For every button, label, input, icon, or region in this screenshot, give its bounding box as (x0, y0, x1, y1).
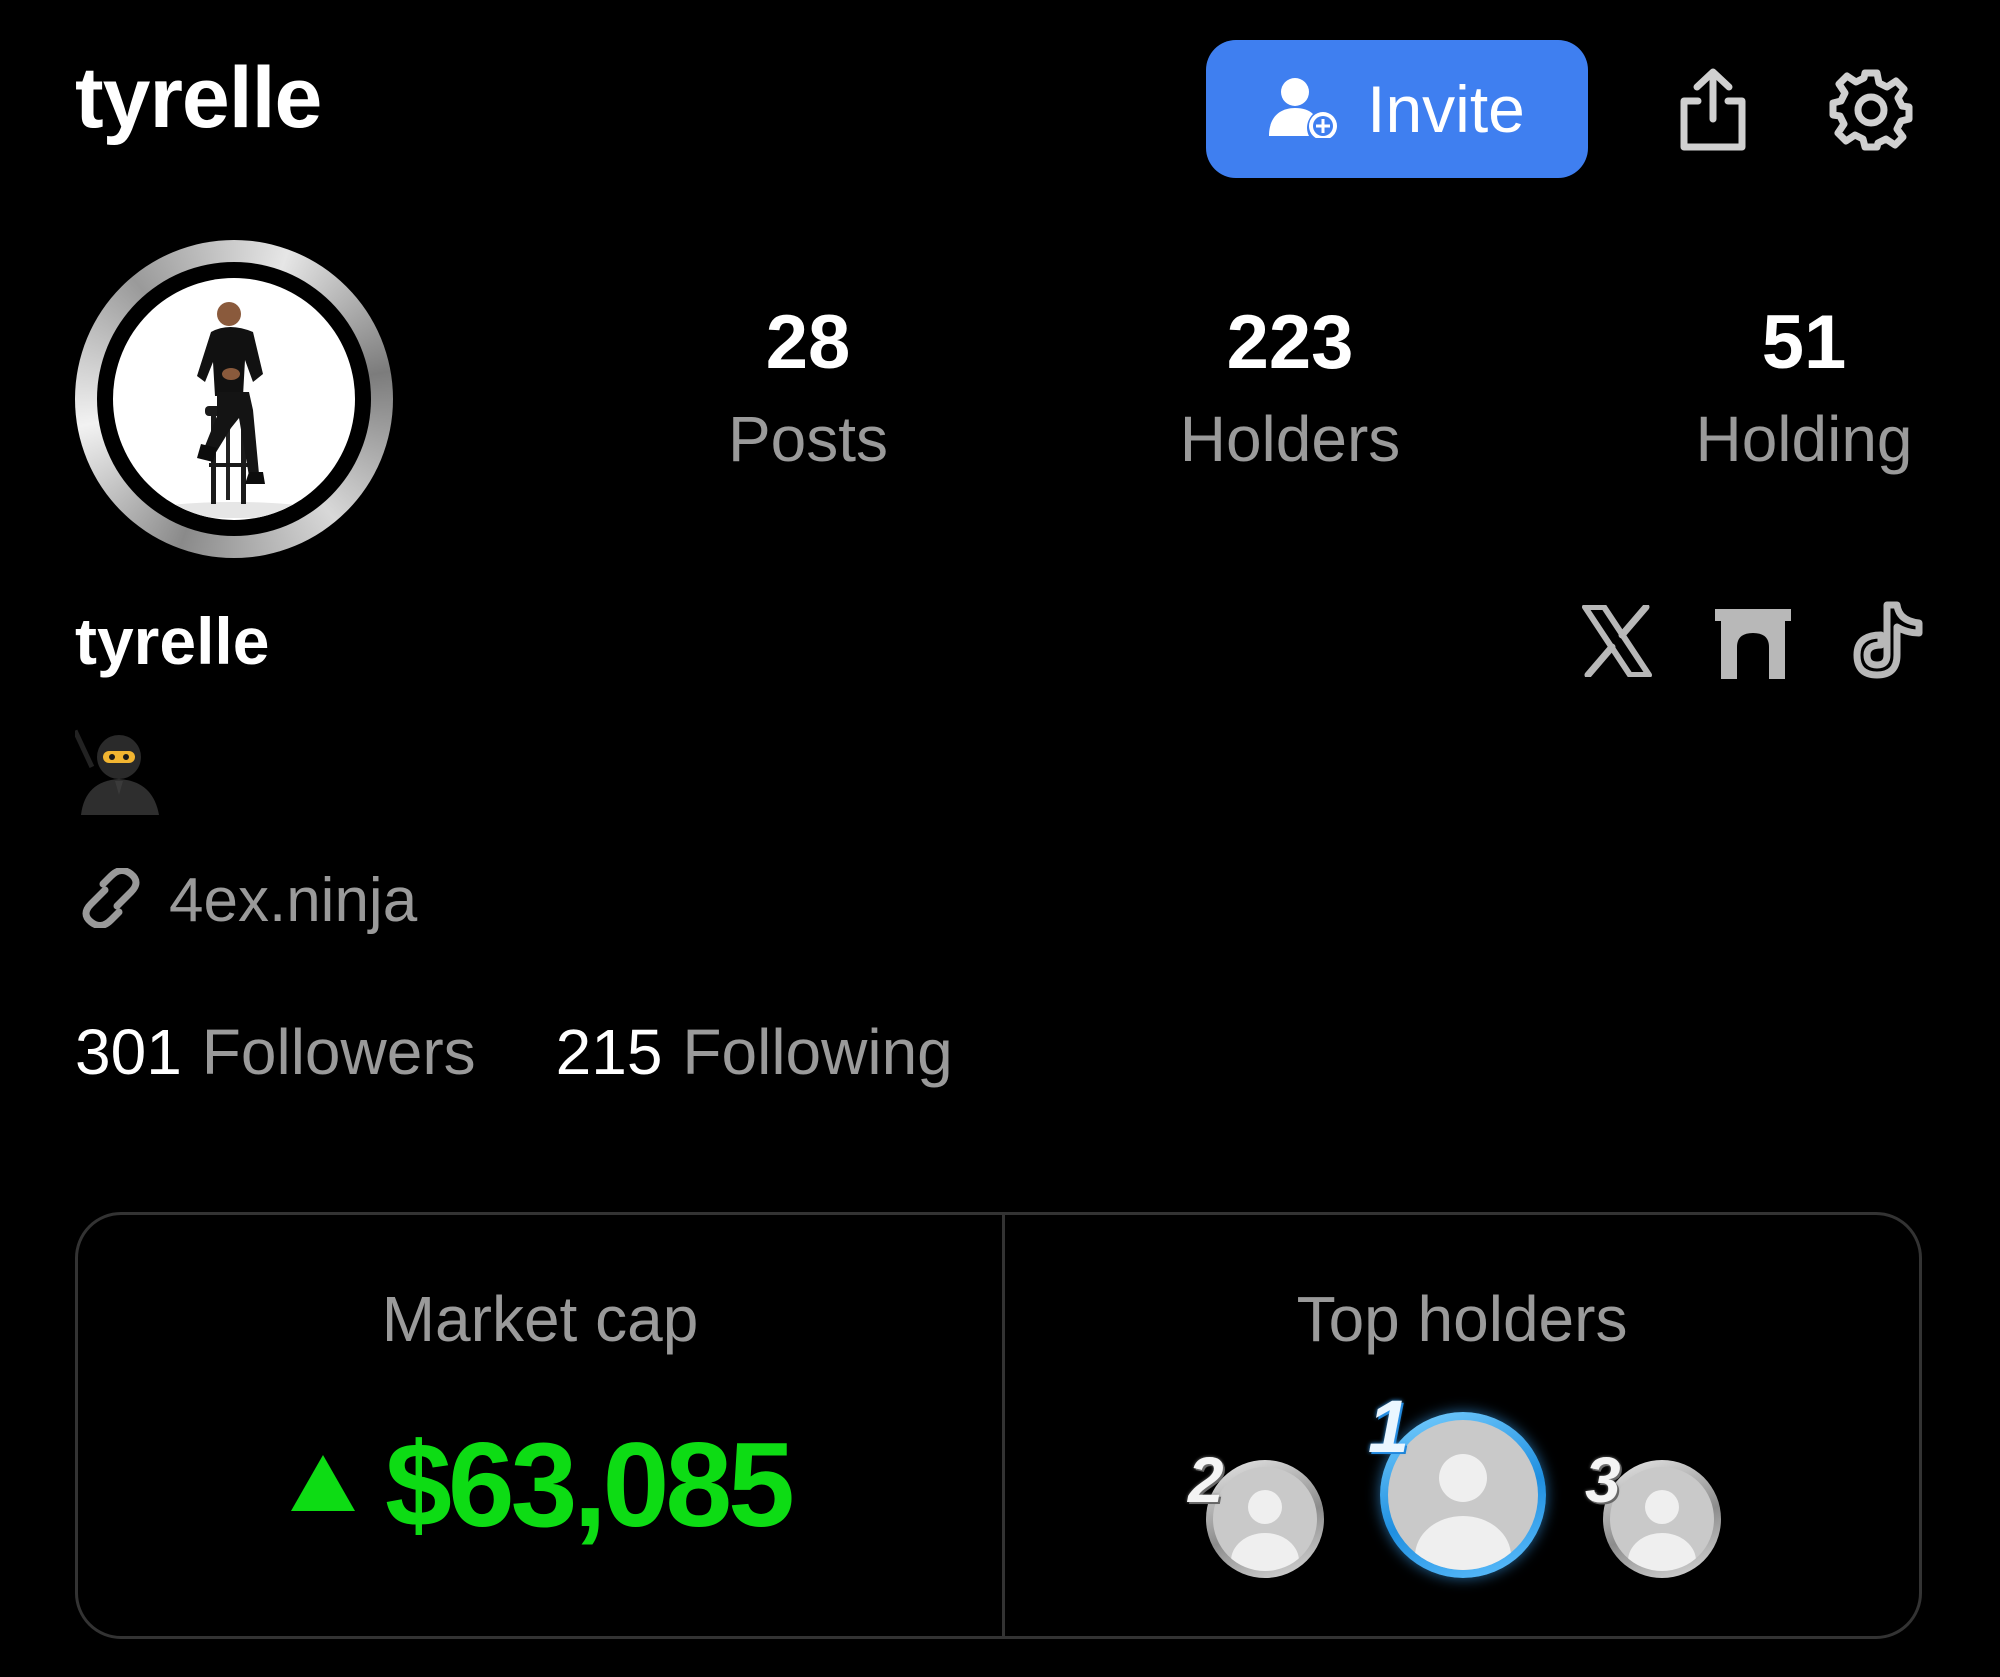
followers-label: Followers (201, 1016, 476, 1088)
rank-badge-2: 2 (1188, 1444, 1224, 1516)
profile-link[interactable]: 4ex.ninja (75, 865, 418, 935)
stat-holders[interactable]: 223 Holders (1179, 300, 1401, 475)
link-icon (75, 867, 147, 933)
header-username: tyrelle (75, 50, 322, 146)
token-stats-card: Market cap $63,085 Top holders 2 1 3 (75, 1212, 1922, 1639)
stat-posts-label: Posts (727, 403, 889, 475)
add-user-icon (1269, 76, 1341, 143)
top-holder-2[interactable]: 2 (1188, 1448, 1324, 1578)
market-cap-section[interactable]: $63,085 (78, 1425, 1002, 1545)
social-links (1576, 600, 1930, 682)
gear-icon (1829, 67, 1913, 156)
top-holders-label: Top holders (1296, 1283, 1628, 1355)
top-holder-1[interactable]: 1 (1368, 1390, 1546, 1578)
avatar-photo (113, 278, 355, 520)
rank-badge-1: 1 (1368, 1385, 1410, 1468)
market-cap-value: $63,085 (385, 1418, 795, 1552)
stat-posts[interactable]: 28 Posts (727, 300, 889, 475)
following-label: Following (682, 1016, 953, 1088)
profile-avatar[interactable] (75, 240, 393, 558)
followers-link[interactable]: 301 Followers (75, 1020, 476, 1084)
following-link[interactable]: 215 Following (556, 1020, 953, 1084)
stat-holding[interactable]: 51 Holding (1695, 300, 1913, 475)
link-text: 4ex.ninja (169, 865, 418, 935)
trend-up-icon (289, 1453, 357, 1518)
stat-posts-value: 28 (765, 300, 851, 385)
following-count: 215 (555, 1016, 663, 1088)
stat-holders-label: Holders (1179, 403, 1401, 475)
top-holder-3[interactable]: 3 (1585, 1448, 1721, 1578)
card-divider (1002, 1215, 1005, 1636)
arch-icon[interactable] (1712, 600, 1794, 682)
avatar-placeholder-icon (1388, 1420, 1538, 1570)
invite-button[interactable]: Invite (1206, 40, 1588, 178)
x-icon[interactable] (1576, 600, 1658, 682)
stat-holders-value: 223 (1226, 300, 1354, 385)
share-icon (1676, 67, 1750, 158)
market-cap-label: Market cap (381, 1283, 699, 1355)
settings-button[interactable] (1826, 66, 1916, 156)
share-button[interactable] (1668, 62, 1758, 162)
follow-stats: 301 Followers 215 Following (75, 1020, 953, 1084)
rank-badge-3: 3 (1585, 1444, 1621, 1516)
ninja-icon (72, 725, 165, 815)
avatar-placeholder-icon (1213, 1467, 1317, 1571)
display-name: tyrelle (75, 604, 270, 678)
stat-holding-value: 51 (1761, 300, 1847, 385)
invite-label: Invite (1367, 72, 1525, 146)
followers-count: 301 (75, 1016, 182, 1088)
stat-holding-label: Holding (1695, 403, 1913, 475)
avatar-placeholder-icon (1610, 1467, 1714, 1571)
tiktok-icon[interactable] (1848, 600, 1930, 682)
